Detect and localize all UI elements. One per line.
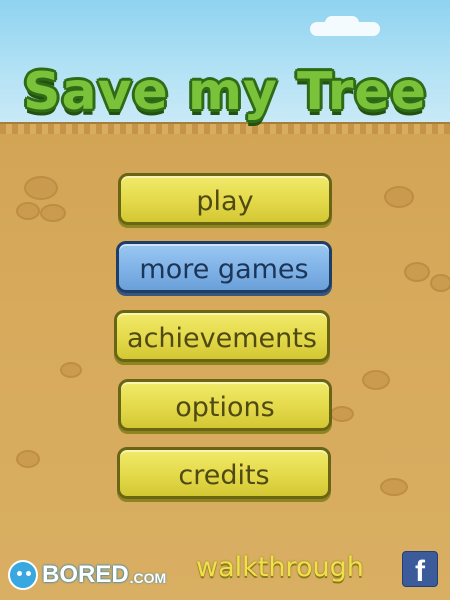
- stone: [16, 202, 40, 220]
- more-games-button[interactable]: more games: [116, 241, 332, 293]
- walkthrough-link[interactable]: walkthrough: [196, 552, 364, 583]
- achievements-button[interactable]: achievements: [114, 310, 330, 362]
- bored-logo[interactable]: BORED .COM: [8, 560, 166, 590]
- stone: [16, 450, 40, 468]
- play-button[interactable]: play: [118, 173, 332, 225]
- stone: [404, 262, 430, 282]
- stone: [60, 362, 82, 378]
- facebook-icon[interactable]: f: [402, 551, 438, 588]
- stone: [384, 186, 414, 208]
- stone: [380, 478, 408, 496]
- credits-button[interactable]: credits: [117, 447, 331, 499]
- stone: [330, 406, 354, 422]
- stone: [362, 370, 390, 390]
- bored-logo-suffix: .COM: [129, 570, 167, 586]
- game-title: Save my Tree: [23, 62, 427, 122]
- bored-face-icon: [8, 560, 38, 590]
- options-button[interactable]: options: [118, 379, 332, 431]
- stone: [430, 274, 450, 292]
- stone: [40, 204, 66, 222]
- ground-edge: [0, 122, 450, 134]
- cloud-icon: [325, 16, 359, 30]
- bored-logo-text: BORED: [42, 561, 129, 588]
- stone: [24, 176, 58, 200]
